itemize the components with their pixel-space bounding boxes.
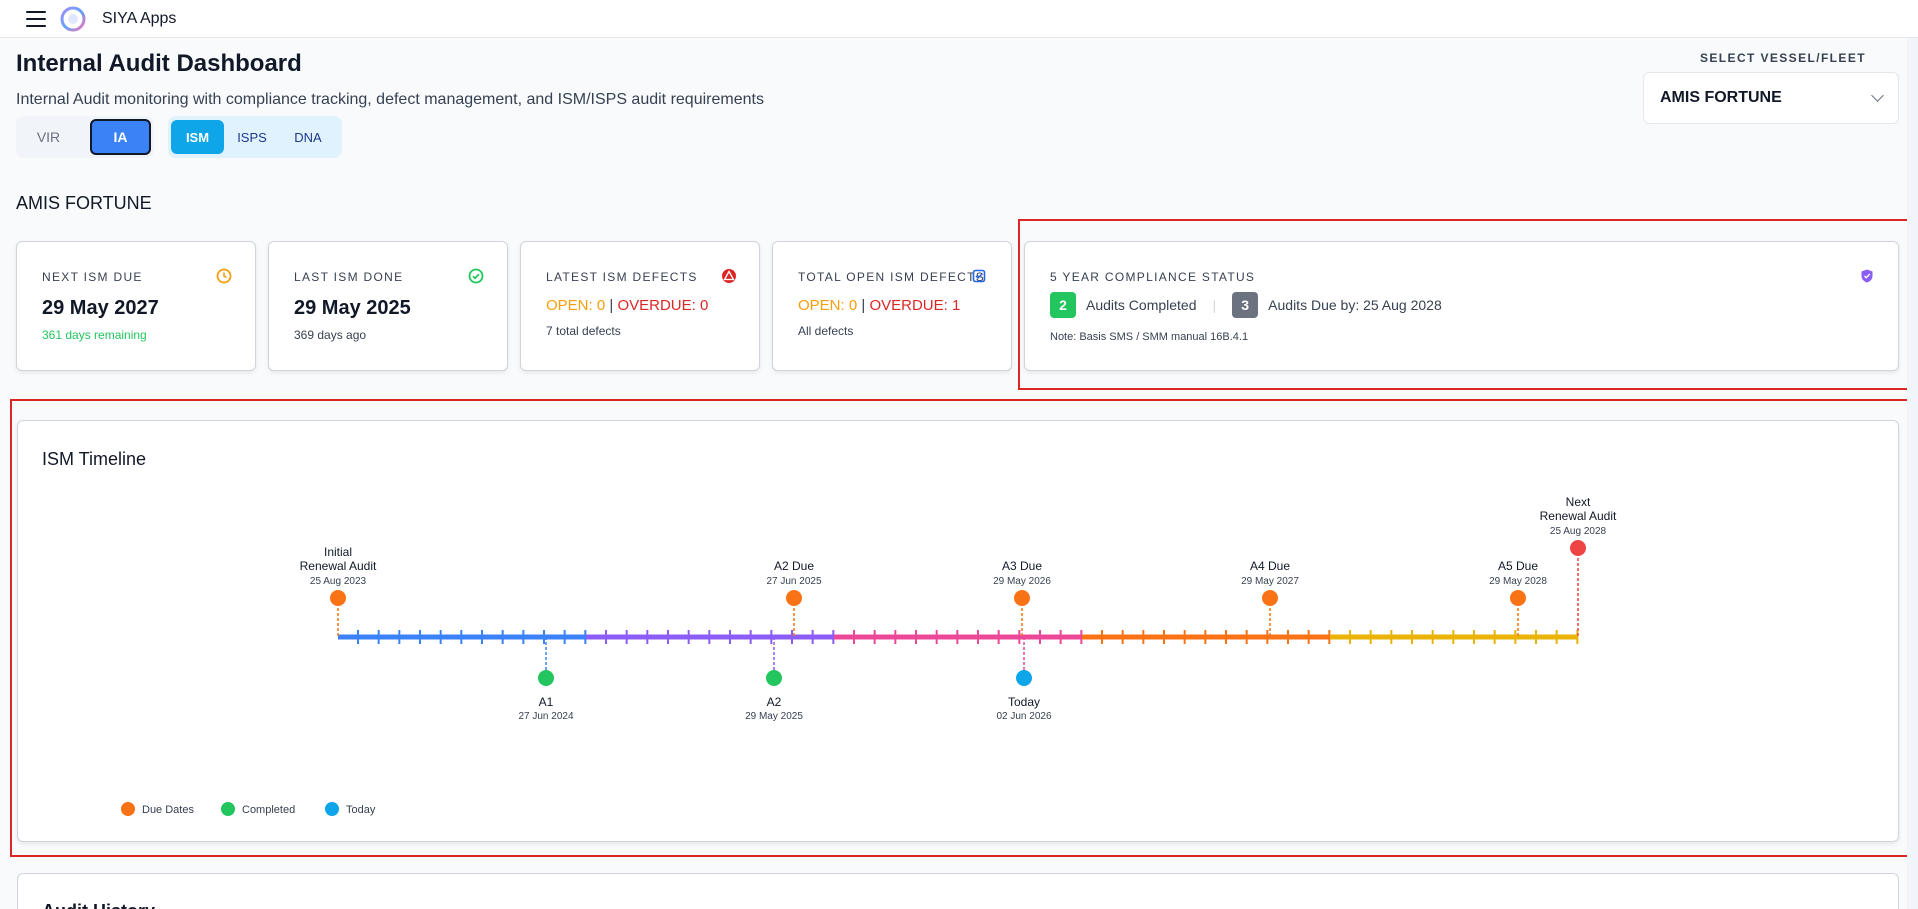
audit-history-card: Audit History (17, 873, 1899, 909)
legend-due-swatch (121, 802, 135, 816)
clipboard-icon (972, 269, 986, 283)
separator: | (861, 297, 866, 314)
last-ism-done-card: LAST ISM DONE 29 May 2025 369 days ago (268, 241, 508, 371)
a5-due-date: 29 May 2028 (1489, 576, 1547, 587)
legend-today-swatch (325, 802, 339, 816)
separator: | (609, 297, 614, 314)
latest-ism-defects-card: LATEST ISM DEFECTS OPEN: 0 | OVERDUE: 0 … (520, 241, 760, 371)
page-title: Internal Audit Dashboard (16, 50, 302, 77)
vessel-heading: AMIS FORTUNE (16, 193, 152, 213)
audit-type-toggle: VIR IA (16, 116, 154, 158)
today-date: 02 Jun 2026 (996, 711, 1051, 722)
defects-metric: OPEN: 0 | OVERDUE: 1 (798, 297, 960, 314)
overdue-count: OVERDUE: 0 (617, 297, 709, 314)
a5-due-marker (1510, 590, 1526, 606)
menu-icon[interactable] (26, 10, 46, 27)
page-subtitle: Internal Audit monitoring with complianc… (16, 91, 764, 108)
check-circle-icon (468, 268, 484, 284)
legend-completed-swatch (221, 802, 235, 816)
initial-renewal-title-line1: Initial (324, 545, 352, 559)
overdue-count: OVERDUE: 1 (869, 297, 961, 314)
a3-due-title: A3 Due (1002, 559, 1042, 573)
card-note: All defects (798, 324, 854, 338)
a5-due-title: A5 Due (1498, 559, 1538, 573)
card-label: TOTAL OPEN ISM DEFECTS (798, 270, 986, 284)
next-renewal-title-line1: Next (1566, 495, 1591, 509)
vessel-select-label: SELECT VESSEL/FLEET (1700, 51, 1866, 65)
a2-title: A2 (767, 695, 782, 709)
ism-timeline-card: ISM Timeline 25 Aug 2023 Renewal Audit Ini… (17, 420, 1899, 842)
open-count: OPEN: 0 (798, 297, 858, 314)
legend-due-label: Due Dates (142, 804, 194, 816)
warning-icon (722, 269, 736, 283)
app-title: SIYA Apps (102, 9, 177, 27)
card-note: 7 total defects (546, 324, 621, 338)
a1-date: 27 Jun 2024 (518, 711, 573, 722)
audit-code-toggle: ISM ISPS DNA (168, 116, 342, 158)
toggle-vir[interactable]: VIR (19, 119, 78, 155)
clock-icon (216, 268, 232, 284)
a4-due-marker (1262, 590, 1278, 606)
card-value: 29 May 2027 (42, 297, 159, 319)
siya-logo-icon (60, 6, 86, 32)
a2-due-title: A2 Due (774, 559, 814, 573)
a2-marker (766, 670, 782, 686)
timeline-chart: 25 Aug 2023Renewal AuditInitial27 Jun 20… (121, 495, 1617, 816)
highlight-box-compliance (1018, 219, 1910, 390)
scrollbar[interactable] (1907, 38, 1918, 909)
vessel-select-value: AMIS FORTUNE (1660, 89, 1782, 106)
today-marker (1016, 670, 1032, 686)
next-renewal-marker (1570, 540, 1586, 556)
a4-due-date: 29 May 2027 (1241, 576, 1299, 587)
toggle-ism[interactable]: ISM (171, 120, 224, 154)
today-title: Today (1008, 695, 1040, 709)
a1-title: A1 (539, 695, 554, 709)
card-label: NEXT ISM DUE (42, 270, 143, 284)
next-ism-due-card: NEXT ISM DUE 29 May 2027 361 days remain… (16, 241, 256, 371)
a4-due-title: A4 Due (1250, 559, 1290, 573)
legend-today-label: Today (346, 804, 376, 816)
total-open-ism-defects-card: TOTAL OPEN ISM DEFECTS OPEN: 0 | OVERDUE… (772, 241, 1012, 371)
initial-renewal-title-line2: Renewal Audit (300, 559, 377, 573)
a3-due-marker (1014, 590, 1030, 606)
card-value: 29 May 2025 (294, 297, 411, 319)
open-count: OPEN: 0 (546, 297, 606, 314)
card-note: 361 days remaining (42, 328, 147, 342)
defects-metric: OPEN: 0 | OVERDUE: 0 (546, 297, 708, 314)
a2-date: 29 May 2025 (745, 711, 803, 722)
chevron-down-icon (1871, 89, 1884, 102)
card-note: 369 days ago (294, 328, 367, 342)
legend-completed-label: Completed (242, 804, 295, 816)
a1-marker (538, 670, 554, 686)
toggle-ia[interactable]: IA (89, 119, 151, 155)
vessel-select[interactable]: AMIS FORTUNE (1643, 72, 1899, 124)
a2-due-marker (786, 590, 802, 606)
top-bar: SIYA Apps (0, 0, 1918, 38)
toggle-isps[interactable]: ISPS (224, 120, 280, 154)
toggle-dna[interactable]: DNA (280, 120, 336, 154)
audit-history-title: Audit History (42, 901, 155, 909)
next-renewal-date: 25 Aug 2028 (1550, 526, 1607, 537)
card-label: LAST ISM DONE (294, 270, 404, 284)
card-label: LATEST ISM DEFECTS (546, 270, 698, 284)
a2-due-date: 27 Jun 2025 (766, 576, 821, 587)
initial-renewal-date: 25 Aug 2023 (310, 576, 367, 587)
a3-due-date: 29 May 2026 (993, 576, 1051, 587)
next-renewal-title-line2: Renewal Audit (1540, 509, 1617, 523)
initial-renewal-marker (330, 590, 346, 606)
